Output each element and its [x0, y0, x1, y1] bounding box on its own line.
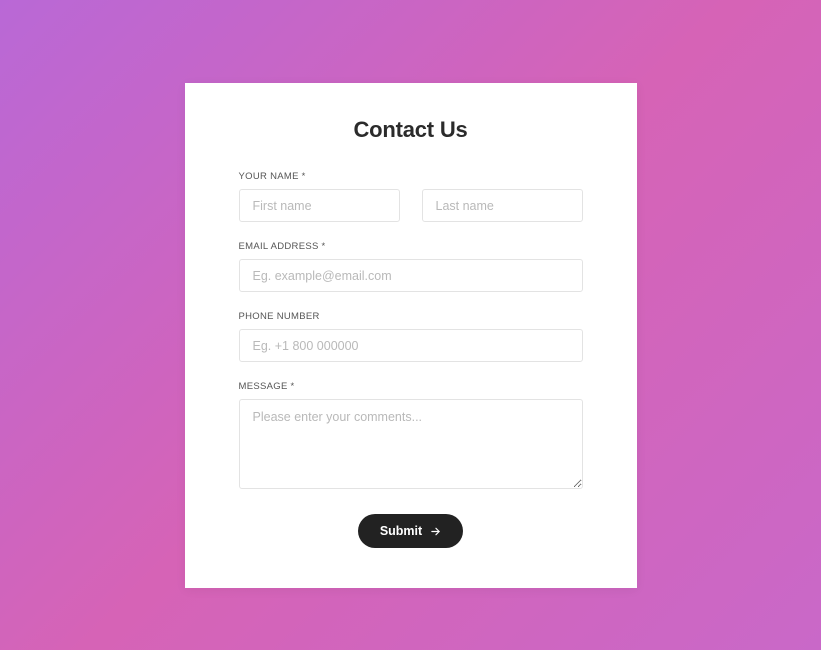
message-label: MESSAGE *: [239, 381, 583, 392]
first-name-input[interactable]: [239, 189, 400, 222]
arrow-right-icon: [430, 526, 441, 537]
email-label: EMAIL ADDRESS *: [239, 241, 583, 252]
form-title: Contact Us: [239, 117, 583, 143]
contact-form-card: Contact Us YOUR NAME * EMAIL ADDRESS * P…: [185, 83, 637, 588]
name-label: YOUR NAME *: [239, 171, 583, 182]
message-field-group: MESSAGE *: [239, 381, 583, 494]
submit-button[interactable]: Submit: [358, 514, 463, 548]
name-field-group: YOUR NAME *: [239, 171, 583, 222]
message-textarea[interactable]: [239, 399, 583, 489]
email-field-group: EMAIL ADDRESS *: [239, 241, 583, 292]
phone-field-group: PHONE NUMBER: [239, 311, 583, 362]
name-row: [239, 189, 583, 222]
submit-button-label: Submit: [380, 524, 422, 538]
last-name-input[interactable]: [422, 189, 583, 222]
phone-label: PHONE NUMBER: [239, 311, 583, 322]
email-input[interactable]: [239, 259, 583, 292]
phone-input[interactable]: [239, 329, 583, 362]
submit-wrap: Submit: [239, 514, 583, 548]
